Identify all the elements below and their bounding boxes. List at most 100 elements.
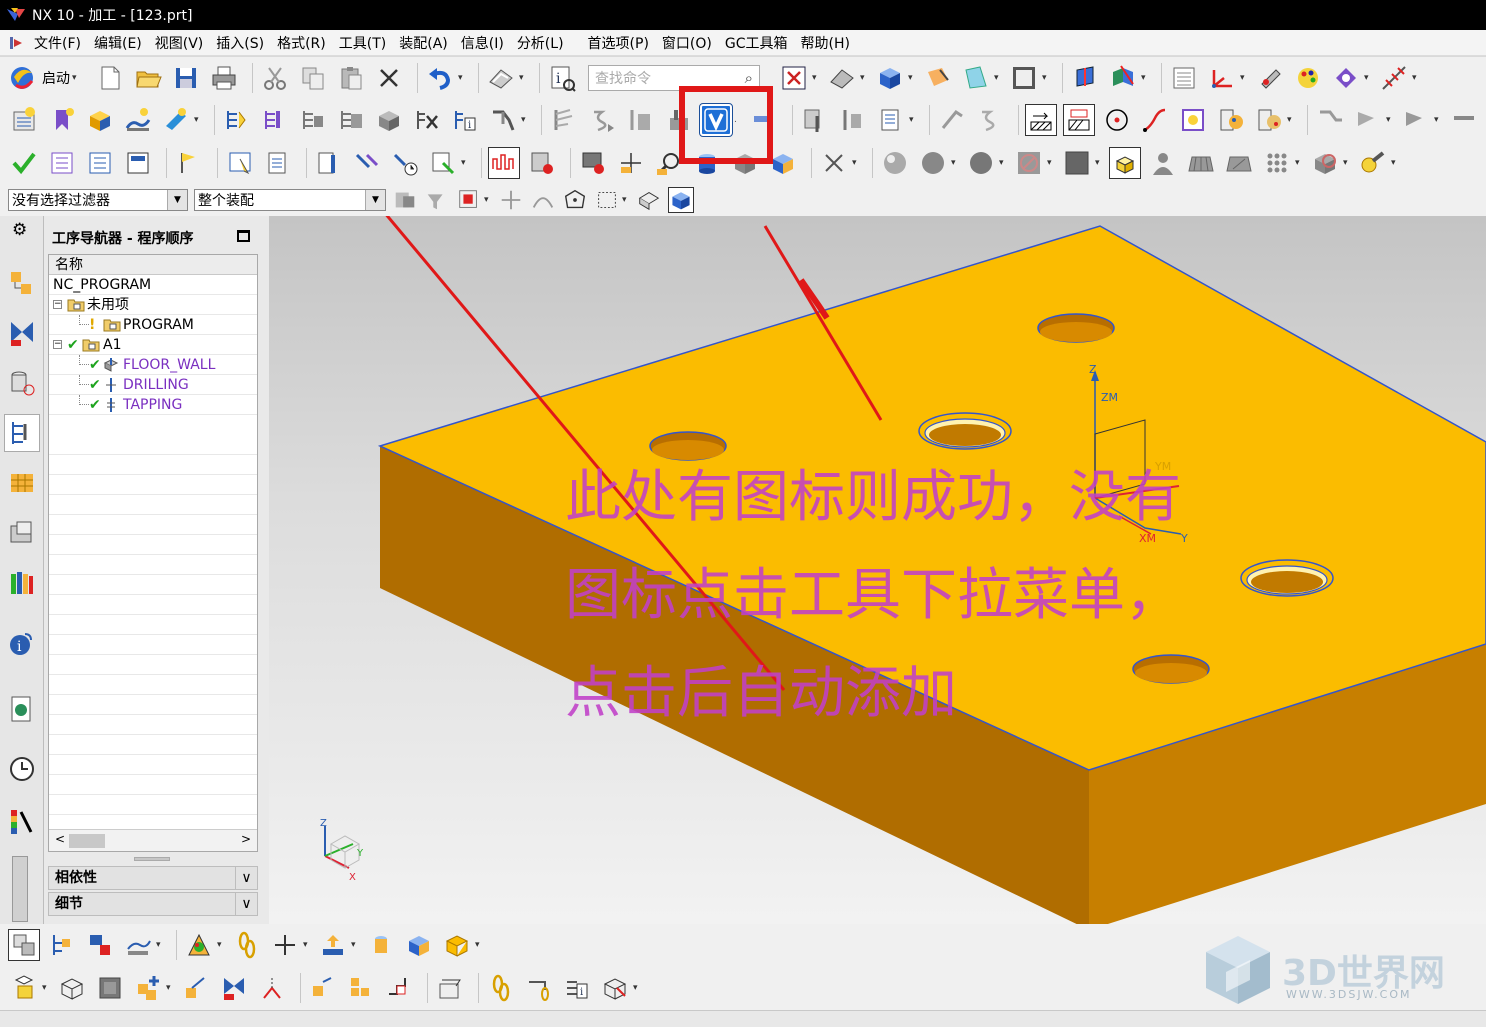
resource-bar-scroll[interactable] (12, 856, 28, 922)
menu-format[interactable]: 格式(R) (277, 33, 326, 53)
dark-sphere-icon[interactable] (917, 147, 949, 179)
extrude-icon[interactable] (365, 929, 397, 961)
tree-row-floor-wall[interactable]: ✔ FLOOR_WALL (49, 355, 257, 375)
create-method-icon[interactable] (122, 104, 154, 136)
feature-view-icon[interactable] (373, 104, 405, 136)
clip-section-icon[interactable] (1069, 62, 1101, 94)
select-curve-icon[interactable] (530, 187, 556, 213)
dependencies-panel[interactable]: 相依性 ∨ (48, 866, 258, 890)
properties-icon[interactable] (224, 147, 256, 179)
tree-row-nc-program[interactable]: NC_PROGRAM (49, 275, 257, 295)
web-browser-tab[interactable] (4, 690, 40, 728)
selection-scope-dropdown[interactable]: 整个装配 ▼ (194, 189, 386, 211)
open-file-icon[interactable] (132, 62, 164, 94)
assign-program-icon[interactable] (46, 147, 78, 179)
block-no-icon[interactable] (1309, 147, 1341, 179)
hole-2[interactable] (649, 431, 727, 461)
assembly-load-icon[interactable] (8, 972, 40, 1004)
info-tab[interactable]: i (4, 624, 40, 662)
menu-file[interactable]: 文件(F) (34, 33, 81, 53)
add-component-icon[interactable] (132, 972, 164, 1004)
sphere-icon[interactable] (879, 147, 911, 179)
ipw-icon[interactable] (1063, 104, 1095, 136)
point-to-point-icon[interactable] (1101, 104, 1133, 136)
assembly-tree-icon[interactable] (46, 929, 78, 961)
material-palette-icon[interactable] (1215, 104, 1247, 136)
shaded-cube-icon[interactable] (874, 62, 906, 94)
details-panel[interactable]: 细节 ∨ (48, 892, 258, 916)
toolpath-animate-icon[interactable] (1400, 104, 1432, 136)
gear-icon[interactable]: ⚙ (12, 220, 27, 240)
collapse-icon[interactable]: − (53, 340, 62, 349)
curve-path-icon[interactable] (1139, 104, 1171, 136)
toolpath-extra-icon[interactable] (1448, 104, 1480, 136)
menu-help[interactable]: 帮助(H) (801, 33, 850, 53)
chevron-down-icon[interactable]: ▼ (167, 190, 187, 210)
measure-distance-icon[interactable] (1378, 62, 1410, 94)
tree-row-tapping[interactable]: ✔ TAPPING (49, 395, 257, 415)
machine-tool-view-icon[interactable] (259, 104, 291, 136)
check-icon[interactable] (8, 147, 40, 179)
plus-crosshair-icon[interactable] (269, 929, 301, 961)
select-all-icon[interactable] (8, 929, 40, 961)
object-info-icon[interactable]: i (449, 104, 481, 136)
operation-navigator-tab[interactable] (4, 414, 40, 452)
select-face-icon[interactable] (456, 187, 482, 213)
snap-point-filter-icon[interactable] (498, 187, 524, 213)
create-program-icon[interactable] (8, 104, 40, 136)
menu-insert[interactable]: 插入(S) (216, 33, 264, 53)
verify-list-icon[interactable] (526, 147, 558, 179)
dots-grid-icon[interactable] (1261, 147, 1293, 179)
color-palette-icon[interactable] (1292, 62, 1324, 94)
hole-5[interactable] (1132, 654, 1210, 684)
tree-row-a1[interactable]: − ✔ A1 (49, 335, 257, 355)
clsf-icon[interactable] (577, 147, 609, 179)
flag-icon[interactable] (173, 147, 205, 179)
create-geometry-icon[interactable] (84, 104, 116, 136)
create-operation-icon[interactable] (160, 104, 192, 136)
machine-config-icon[interactable] (1314, 104, 1346, 136)
scroll-right-icon[interactable]: > (241, 832, 251, 846)
menu-analysis[interactable]: 分析(L) (517, 33, 564, 53)
print-icon[interactable] (208, 62, 240, 94)
geometry-view-icon[interactable] (297, 104, 329, 136)
feed-speed-icon[interactable] (936, 104, 968, 136)
method-tree-icon[interactable] (122, 929, 154, 961)
part-model[interactable]: Z ZM YM XM Y Z Y X 此处有图标则成功，没有 图标点击工具下拉菜… (269, 216, 1486, 924)
part-navigator-tab[interactable] (4, 364, 40, 402)
edit-object-display-icon[interactable] (922, 62, 954, 94)
link-chain-icon[interactable] (485, 972, 517, 1004)
wrench-icon[interactable] (1357, 147, 1389, 179)
graphics-window[interactable]: Z ZM YM XM Y Z Y X 此处有图标则成功，没有 图标点击工具下拉菜… (269, 216, 1486, 924)
component-tree-icon[interactable] (84, 929, 116, 961)
tool-list-icon[interactable] (1177, 104, 1209, 136)
align-icon[interactable] (256, 972, 288, 1004)
path-edit-icon[interactable] (974, 104, 1006, 136)
delete-operation-icon[interactable] (411, 104, 443, 136)
replay-toolpath-icon[interactable] (586, 104, 618, 136)
workpiece-2d-icon[interactable] (1025, 104, 1057, 136)
save-icon[interactable] (170, 62, 202, 94)
grid-plane-icon[interactable] (1185, 147, 1217, 179)
output-cls-icon[interactable] (837, 104, 869, 136)
rectangle-select-icon[interactable] (594, 187, 620, 213)
repeat-command-icon[interactable] (485, 62, 517, 94)
menu-gc-toolkit[interactable]: GC工具箱 (725, 33, 788, 53)
mirror-assembly-icon[interactable] (345, 972, 377, 1004)
system-materials-tab[interactable] (4, 802, 40, 840)
machining-method-view-icon[interactable] (335, 104, 367, 136)
delete-icon[interactable] (373, 62, 405, 94)
assembly-filter-icon[interactable] (392, 187, 418, 213)
gray-block-icon[interactable] (94, 972, 126, 1004)
report-icon[interactable] (262, 147, 294, 179)
assign-tool-icon[interactable] (84, 147, 116, 179)
machining-feature-navigator-tab[interactable] (4, 514, 40, 552)
menu-view[interactable]: 视图(V) (155, 33, 204, 53)
menu-window[interactable]: 窗口(O) (662, 33, 712, 53)
maximize-icon[interactable] (237, 230, 250, 242)
tool-edit-icon[interactable] (427, 147, 459, 179)
tree-row-drilling[interactable]: ✔ DRILLING (49, 375, 257, 395)
type-filter-dropdown[interactable]: 没有选择过滤器 ▼ (8, 189, 188, 211)
command-finder-icon[interactable]: i (546, 62, 578, 94)
hole-1[interactable] (1037, 313, 1115, 343)
